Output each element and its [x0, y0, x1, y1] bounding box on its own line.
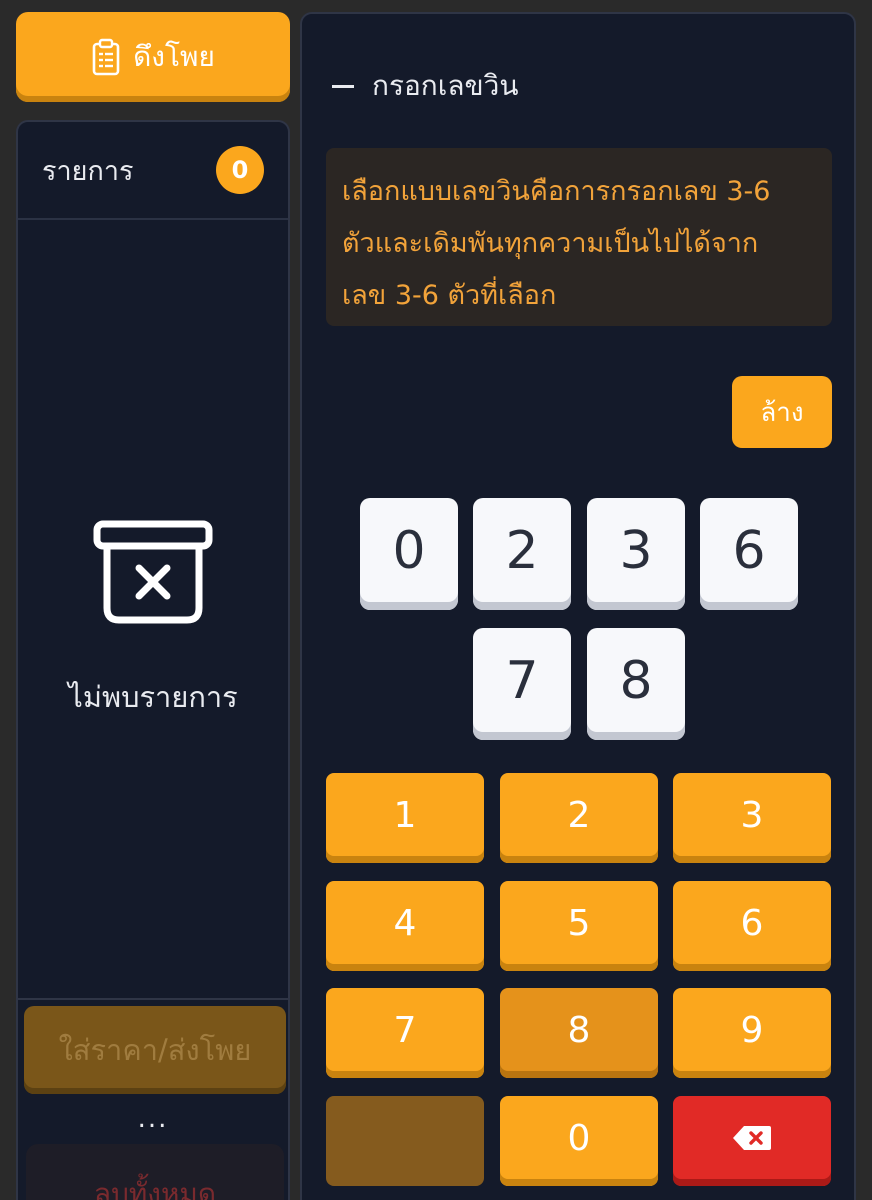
key-6[interactable]: 6 [673, 881, 831, 971]
key-blank [326, 1096, 484, 1186]
divider [18, 998, 288, 1000]
number-keypad: 1 2 3 4 5 6 7 8 9 0 [326, 773, 832, 1200]
clipboard-icon [92, 38, 120, 76]
key-4[interactable]: 4 [326, 881, 484, 971]
items-header: รายการ 0 [18, 122, 288, 220]
instruction-notice: เลือกแบบเลขวินคือการกรอกเลข 3-6 ตัวและเด… [326, 148, 832, 326]
submit-slip-button[interactable]: ใส่ราคา/ส่งโพย [24, 1006, 286, 1094]
app-root: ดึงโพย รายการ 0 ไม่พบรายการ ใส่ราคา/ส่งโ… [0, 0, 872, 1200]
items-title: รายการ [42, 155, 134, 187]
notice-line: เลข 3-6 ตัวที่เลือก [342, 280, 557, 311]
key-9[interactable]: 9 [673, 988, 831, 1078]
key-2[interactable]: 2 [500, 773, 658, 863]
notice-line: ตัวและเดิมพันทุกความเป็นไปได้จาก [342, 228, 759, 259]
backspace-icon [733, 1126, 771, 1150]
win-number-panel: กรอกเลขวิน เลือกแบบเลขวินคือการกรอกเลข 3… [300, 12, 856, 1200]
delete-all-button[interactable]: ลบทั้งหมด [26, 1144, 284, 1200]
pull-slip-label: ดึงโพย [133, 40, 215, 73]
empty-box-icon [93, 520, 213, 624]
pull-slip-button[interactable]: ดึงโพย [16, 12, 290, 102]
notice-line: เลือกแบบเลขวินคือการกรอกเลข 3-6 [342, 176, 771, 207]
clear-button[interactable]: ล้าง [732, 376, 832, 448]
empty-state: ไม่พบรายการ [18, 520, 288, 720]
items-panel: รายการ 0 ไม่พบรายการ ใส่ราคา/ส่งโพย ... … [16, 120, 290, 1200]
selected-digit-chip[interactable]: 6 [700, 498, 798, 610]
key-0[interactable]: 0 [500, 1096, 658, 1186]
key-7[interactable]: 7 [326, 988, 484, 1078]
collapse-icon [332, 84, 354, 88]
empty-message: ไม่พบรายการ [68, 680, 238, 714]
key-8[interactable]: 8 [500, 988, 658, 1078]
more-options-button[interactable]: ... [18, 1104, 288, 1134]
backspace-button[interactable] [673, 1096, 831, 1186]
items-count-badge: 0 [216, 146, 264, 194]
key-5[interactable]: 5 [500, 881, 658, 971]
panel-title[interactable]: กรอกเลขวิน [332, 64, 519, 108]
selected-digit-chip[interactable]: 0 [360, 498, 458, 610]
selected-digit-chip[interactable]: 2 [473, 498, 571, 610]
selected-digit-chip[interactable]: 8 [587, 628, 685, 740]
key-1[interactable]: 1 [326, 773, 484, 863]
selected-digit-chip[interactable]: 3 [587, 498, 685, 610]
panel-title-text: กรอกเลขวิน [372, 69, 519, 102]
selected-digit-chip[interactable]: 7 [473, 628, 571, 740]
key-3[interactable]: 3 [673, 773, 831, 863]
